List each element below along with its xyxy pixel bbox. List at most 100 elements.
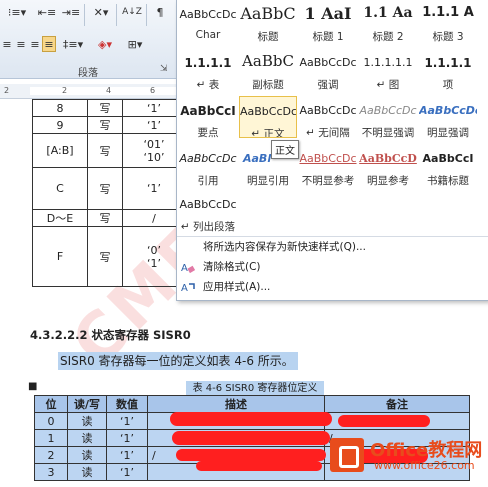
style-tile-figure[interactable]: 1.1.1.1.1 ↵ 图: [359, 48, 417, 90]
style-name: 标题 1: [312, 31, 344, 42]
redaction-mark: [196, 461, 322, 471]
style-tile-subtitle[interactable]: AaBbC 副标题: [239, 48, 297, 90]
style-tooltip: 正文: [271, 140, 299, 159]
table-cell: 1: [34, 429, 68, 447]
table-header: 描述: [147, 395, 325, 413]
table-cell: 写: [87, 99, 123, 117]
office26-logo: Office教程网 www.office26.com: [330, 436, 484, 476]
apply-styles-menu-item[interactable]: A 应用样式(A)...: [177, 278, 488, 296]
selected-paragraph[interactable]: SISR0 寄存器每一位的定义如表 4-6 所示。: [58, 352, 298, 370]
style-name: 副标题: [252, 79, 284, 90]
style-name: 标题 3: [432, 31, 464, 42]
borders-button[interactable]: ⊞▾: [122, 36, 148, 52]
style-preview: 1.1.1.1: [184, 56, 232, 70]
section-heading: 4.3.2.2.2 状态寄存器 SISR0: [30, 328, 191, 342]
style-tile-intense-emphasis[interactable]: AaBbCcDc 明显强调: [419, 96, 477, 138]
shading-button[interactable]: ◈▾: [92, 36, 118, 52]
table-cell: 写: [87, 167, 123, 210]
menu-item-label: 将所选内容保存为新快速样式(Q)...: [203, 241, 366, 253]
style-tile-title[interactable]: AaBbC 标题: [239, 0, 297, 42]
style-name: 引用: [197, 175, 219, 186]
style-name: 强调: [317, 79, 339, 90]
clear-format-icon: A: [181, 263, 195, 274]
increase-indent-button[interactable]: ⇥≡: [60, 4, 82, 20]
save-quick-style-menu-item[interactable]: 将所选内容保存为新快速样式(Q)...: [177, 238, 488, 256]
style-preview: AaBbCcDc: [240, 105, 297, 118]
style-name: 书籍标题: [427, 175, 469, 186]
numbering-button[interactable]: ⁝≡▾: [2, 4, 32, 20]
style-name: ↵ 列出段落: [180, 221, 236, 232]
ruler-tick: 6: [150, 86, 156, 95]
align-left-button[interactable]: ≡: [0, 36, 14, 52]
style-tile-emphasis[interactable]: AaBbCcDc 强调: [299, 48, 357, 90]
redaction-mark: [338, 415, 430, 427]
style-tile-list-paragraph[interactable]: AaBbCcDc ↵ 列出段落: [179, 190, 237, 232]
style-name: 标题 2: [372, 31, 404, 42]
style-name: ↵ 图: [376, 79, 400, 90]
style-name: 明显参考: [367, 175, 409, 186]
style-preview: 1.1.1.1: [424, 56, 472, 70]
style-preview: AaBbC: [242, 52, 294, 70]
group-label-paragraph: 段落: [78, 68, 98, 79]
line-spacing-button[interactable]: ‡≡▾: [60, 36, 86, 52]
style-tile-normal[interactable]: AaBbCcDc ↵ 正文: [239, 96, 297, 138]
table-cell: 读: [67, 429, 107, 447]
office-logo-icon: [330, 438, 364, 472]
table-cell: F: [32, 226, 88, 287]
style-preview: AaBbCcDc: [299, 104, 357, 117]
style-name: 明显强调: [427, 127, 469, 138]
clear-formatting-menu-item[interactable]: A 清除格式(C): [177, 258, 488, 276]
style-name: 不明显强调: [361, 127, 415, 138]
style-name: ↵ 表: [196, 79, 220, 90]
style-tile-table[interactable]: 1.1.1.1 ↵ 表: [179, 48, 237, 90]
style-tile-quote[interactable]: AaBbCcDc 引用: [179, 144, 237, 186]
style-tile-item[interactable]: 1.1.1.1 项: [419, 48, 477, 90]
style-preview: AaBbCcDc: [299, 152, 357, 165]
style-tile-heading3[interactable]: 1.1.1 A 标题 3: [419, 0, 477, 42]
show-marks-button[interactable]: ¶: [150, 4, 170, 20]
style-tile-keypoint[interactable]: AaBbCcI 要点: [179, 96, 237, 138]
table-cell: 读: [67, 412, 107, 430]
table-header: 读/写: [67, 395, 107, 413]
style-tile-heading2[interactable]: 1.1 Aa 标题 2: [359, 0, 417, 42]
table-cell: C: [32, 167, 88, 210]
style-tile-no-spacing[interactable]: AaBbCcDc ↵ 无间隔: [299, 96, 357, 138]
ribbon-separator: [146, 4, 147, 26]
redaction-mark: [170, 412, 332, 426]
table-cell: 读: [67, 463, 107, 481]
style-name: Char: [195, 29, 221, 41]
redaction-mark: [176, 449, 326, 461]
table-cell: 读: [67, 446, 107, 464]
table-cell: 写: [87, 133, 123, 168]
ribbon-paragraph-group: ⁝≡▾ ⇤≡ ⇥≡ ✕▾ A↓Z ¶ ≡ ≡ ≡ ≡ ‡≡▾ ◈▾ ⊞▾ 段落 …: [0, 0, 176, 79]
dialog-launcher-icon[interactable]: ⇲: [160, 64, 168, 74]
style-tile-book-title[interactable]: AaBbCcI 书籍标题: [419, 144, 477, 186]
table-cell: ‘1’: [106, 412, 148, 430]
sort-button[interactable]: A↓Z: [120, 4, 144, 20]
quick-styles-gallery[interactable]: AaBbCcDc Char AaBbC 标题 1 AaI 标题 1 1.1 Aa…: [176, 0, 488, 301]
style-tile-intense-reference[interactable]: AaBbCcD 明显参考: [359, 144, 417, 186]
table-cell: 写: [87, 209, 123, 227]
ruler-tick: 2: [62, 86, 68, 95]
style-tile-subtle-emphasis[interactable]: AaBbCcDc 不明显强调: [359, 96, 417, 138]
ribbon-separator: [116, 4, 117, 26]
style-name: 项: [442, 79, 454, 90]
align-right-button[interactable]: ≡: [28, 36, 42, 52]
style-name: 要点: [197, 127, 219, 138]
bullet-mark: ■: [28, 381, 38, 392]
asian-layout-button[interactable]: ✕▾: [88, 4, 114, 20]
horizontal-ruler[interactable]: 2 2 4 6: [0, 84, 176, 99]
table-cell: 2: [34, 446, 68, 464]
style-tile-heading1[interactable]: 1 AaI 标题 1: [299, 0, 357, 42]
style-tile-subtle-reference[interactable]: AaBbCcDc 不明显参考: [299, 144, 357, 186]
style-name: 明显引用: [247, 175, 289, 186]
style-preview: AaBbCcDc: [419, 104, 477, 117]
table-cell: D～E: [32, 209, 88, 227]
table-cell: 0: [34, 412, 68, 430]
justify-button[interactable]: ≡: [42, 36, 56, 52]
gallery-separator: [177, 236, 488, 237]
style-tile-char[interactable]: AaBbCcDc Char: [179, 0, 237, 42]
table-cell: 9: [32, 116, 88, 134]
align-center-button[interactable]: ≡: [14, 36, 28, 52]
decrease-indent-button[interactable]: ⇤≡: [36, 4, 58, 20]
